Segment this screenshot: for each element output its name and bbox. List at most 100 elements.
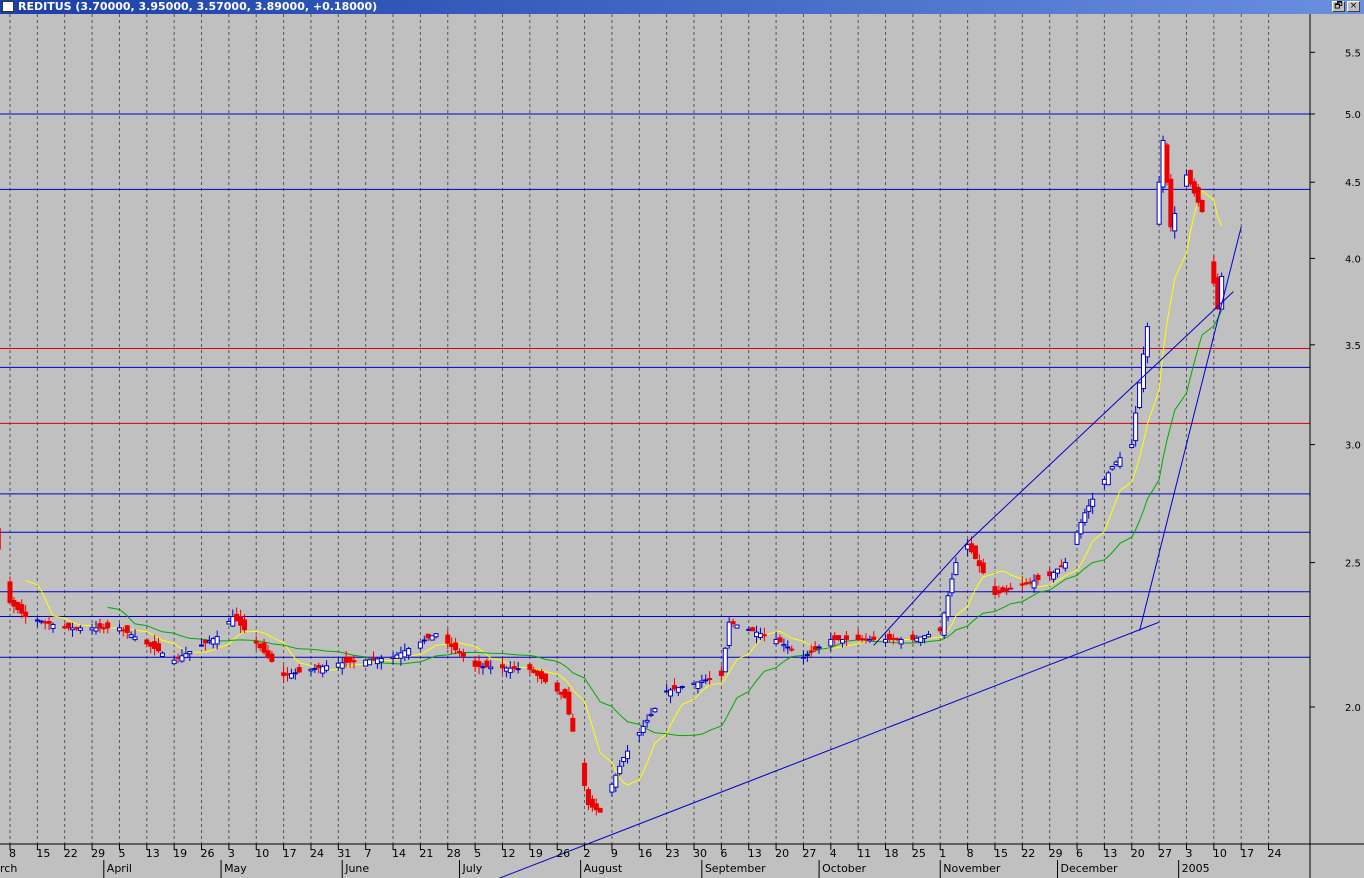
x-day-label: 26 bbox=[201, 847, 215, 860]
candle-up bbox=[390, 656, 396, 660]
candle-down bbox=[570, 717, 576, 732]
candle-up bbox=[159, 652, 165, 658]
candle-up bbox=[324, 665, 330, 671]
candle-down bbox=[585, 789, 591, 806]
candle-down bbox=[750, 627, 756, 632]
window-menu-icon[interactable] bbox=[2, 1, 14, 12]
close-button[interactable]: × bbox=[1347, 1, 1360, 12]
candle-up bbox=[1086, 505, 1092, 512]
candle-up bbox=[617, 765, 623, 775]
candle-down bbox=[148, 642, 154, 647]
x-day-label: 22 bbox=[1021, 847, 1035, 860]
candle-down bbox=[316, 664, 322, 669]
x-day-label: 13 bbox=[1103, 847, 1117, 860]
candle-down bbox=[242, 619, 248, 631]
candle-down bbox=[42, 621, 48, 624]
candle-up bbox=[433, 633, 439, 638]
candle-up bbox=[898, 638, 904, 645]
candle-up bbox=[406, 648, 412, 656]
candle-up bbox=[77, 627, 83, 631]
x-day-label: 13 bbox=[146, 847, 160, 860]
candle-up bbox=[515, 668, 521, 671]
candle-down bbox=[261, 642, 267, 653]
candle-down bbox=[730, 621, 736, 625]
candle-down bbox=[671, 685, 677, 690]
x-day-label: 5 bbox=[474, 847, 481, 860]
candle-up bbox=[1101, 478, 1107, 485]
candle-down bbox=[1168, 178, 1174, 228]
x-month-label: August bbox=[584, 862, 623, 875]
x-day-label: 19 bbox=[173, 847, 187, 860]
candle-down bbox=[890, 637, 896, 640]
y-tick-label: 2.0 bbox=[1345, 703, 1361, 714]
x-day-label: 26 bbox=[556, 847, 570, 860]
candle-down bbox=[527, 664, 533, 670]
candle-down bbox=[886, 633, 892, 640]
candle-up bbox=[746, 628, 752, 631]
candle-up bbox=[1090, 498, 1096, 507]
x-day-label: 3 bbox=[228, 847, 235, 860]
y-tick-label: 4.0 bbox=[1345, 254, 1361, 265]
candle-down bbox=[843, 635, 849, 640]
candle-up bbox=[722, 647, 728, 673]
candle-up bbox=[214, 636, 220, 645]
x-axis: 8 15 22 29 5 13 19 26 3 10 17 24 31 7 14 21 28 5 12 19 26 2 9 1… bbox=[0, 844, 1282, 878]
x-month-label: November bbox=[943, 862, 1001, 875]
candle-down bbox=[234, 613, 240, 622]
candle-up bbox=[292, 672, 298, 675]
candle-up bbox=[726, 621, 732, 647]
x-day-label: 6 bbox=[720, 847, 727, 860]
y-axis: 2.0 2.5 3.0 3.5 4.0 4.5 5.0 5.5 bbox=[1310, 48, 1361, 714]
candle-up bbox=[374, 658, 380, 665]
x-day-label: 15 bbox=[994, 847, 1008, 860]
candle-up bbox=[800, 656, 806, 659]
candle-down bbox=[589, 798, 595, 808]
candle-down bbox=[484, 660, 490, 668]
candle-down bbox=[707, 678, 713, 681]
candle-down bbox=[777, 637, 783, 643]
y-tick-label: 3.0 bbox=[1345, 441, 1361, 452]
candle-down bbox=[370, 658, 376, 661]
restore-button[interactable]: 🗗 bbox=[1332, 1, 1345, 12]
x-day-label: 27 bbox=[802, 847, 816, 860]
candle-up bbox=[675, 687, 681, 693]
candle-down bbox=[499, 664, 505, 669]
candle-down bbox=[453, 642, 459, 651]
price-chart[interactable]: 2.02.53.03.54.04.55.05.5 8 15 22 29 5 13 19 26 3… bbox=[0, 14, 1364, 878]
candle-up bbox=[480, 666, 486, 669]
candle-down bbox=[144, 639, 150, 645]
candle-up bbox=[640, 725, 646, 733]
candle-up bbox=[394, 654, 400, 659]
candle-down bbox=[456, 651, 462, 654]
y-tick-label: 3.5 bbox=[1345, 341, 1361, 352]
x-month-label: July bbox=[461, 862, 482, 875]
candle-up bbox=[1054, 568, 1060, 574]
candle-down bbox=[761, 634, 767, 637]
candle-down bbox=[476, 661, 482, 667]
candle-up bbox=[648, 713, 654, 717]
candle-down bbox=[539, 671, 545, 680]
x-day-label: 29 bbox=[91, 847, 105, 860]
candle-down bbox=[859, 638, 865, 641]
candle-up bbox=[308, 668, 314, 672]
plot-area bbox=[0, 14, 1310, 844]
candle-down bbox=[19, 604, 25, 614]
candle-up bbox=[754, 631, 760, 638]
candle-down bbox=[460, 652, 466, 657]
candle-down bbox=[863, 638, 869, 641]
candle-down bbox=[1191, 181, 1197, 194]
candle-up bbox=[1133, 412, 1139, 442]
candle-up bbox=[734, 624, 740, 629]
x-day-label: 9 bbox=[611, 847, 618, 860]
candle-down bbox=[894, 638, 900, 641]
candle-up bbox=[1129, 444, 1135, 448]
candle-up bbox=[210, 638, 216, 645]
candle-down bbox=[535, 670, 541, 676]
candle-up bbox=[781, 643, 787, 647]
candle-up bbox=[953, 562, 959, 576]
candle-down bbox=[542, 673, 548, 683]
x-month-label: April bbox=[107, 862, 132, 875]
candle-down bbox=[351, 660, 357, 663]
x-month-label: May bbox=[224, 862, 247, 875]
candle-up bbox=[926, 633, 932, 638]
